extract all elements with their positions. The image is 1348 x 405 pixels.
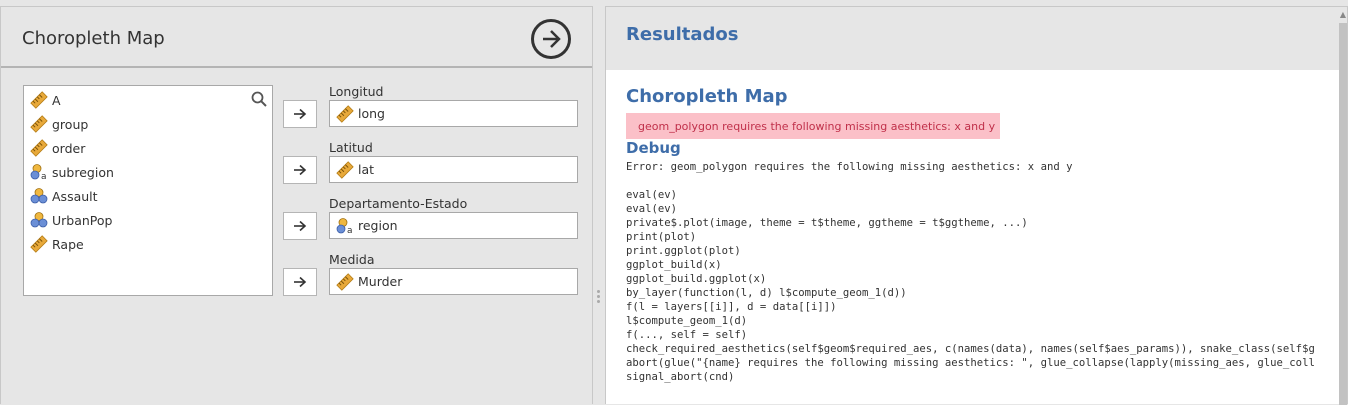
debug-line: Error: geom_polygon requires the followi… (626, 161, 1073, 173)
debug-line: private$.plot(image, theme = t$theme, gg… (626, 217, 1028, 229)
analysis-options-panel: Choropleth Map Agroup order a subregion Assa… (0, 6, 593, 404)
nominal-text-icon: a (30, 163, 48, 182)
variable-label: subregion (52, 164, 114, 180)
debug-line: ggplot_build(x) (626, 259, 722, 271)
nominal-text-icon: a (336, 217, 354, 236)
variable-item[interactable]: order (30, 137, 85, 159)
search-icon[interactable] (251, 91, 267, 107)
variable-item[interactable]: Assault (30, 185, 98, 207)
variable-label: A (52, 92, 61, 108)
ruler-icon (30, 139, 48, 157)
target-field[interactable]: a region (329, 212, 578, 239)
arrow-right-icon (294, 108, 307, 120)
move-variable-button[interactable] (283, 156, 317, 184)
target-field[interactable]: long (329, 100, 578, 127)
nominal-circles-icon (30, 211, 48, 229)
variable-item[interactable]: group (30, 113, 88, 135)
debug-line: ggplot_build.ggplot(x) (626, 273, 767, 285)
results-panel: Resultados ▲ Choropleth Map geom_polygon… (605, 6, 1348, 405)
variable-item[interactable]: a subregion (30, 161, 114, 183)
variable-item[interactable]: UrbanPop (30, 209, 112, 231)
ruler-icon (336, 160, 354, 179)
debug-line (626, 174, 1338, 188)
debug-heading: Debug (626, 139, 681, 157)
target-label: Longitud (329, 84, 384, 99)
debug-line: eval(ev) (626, 189, 678, 201)
arrow-right-icon (294, 164, 307, 176)
variable-label: Assault (52, 188, 98, 204)
target-value: lat (358, 162, 375, 177)
ruler-icon (336, 272, 354, 291)
target-value: Murder (358, 274, 403, 289)
error-message: geom_polygon requires the following miss… (626, 113, 1000, 139)
results-header: Resultados (606, 7, 1347, 70)
target-value: region (358, 218, 398, 233)
target-label: Medida (329, 252, 375, 267)
ruler-icon (30, 91, 48, 109)
target-field[interactable]: lat (329, 156, 578, 183)
run-analysis-button[interactable] (531, 19, 571, 59)
debug-line: signal_abort(cnd) (626, 371, 735, 383)
debug-line: check_required_aesthetics(self$geom$requ… (626, 343, 1315, 355)
arrow-right-icon (294, 276, 307, 288)
move-variable-button[interactable] (283, 268, 317, 296)
arrow-right-icon (543, 30, 561, 48)
analysis-title: Choropleth Map (22, 28, 165, 49)
target-value: long (358, 106, 385, 121)
debug-line: f(l = layers[[i]], d = data[[i]]) (626, 301, 837, 313)
debug-line: print.ggplot(plot) (626, 245, 741, 257)
target-field[interactable]: Murder (329, 268, 578, 295)
arrow-right-icon (294, 220, 307, 232)
ruler-icon (336, 104, 354, 123)
debug-line: print(plot) (626, 231, 697, 243)
move-variable-button[interactable] (283, 212, 317, 240)
debug-line: f(..., self = self) (626, 329, 748, 341)
variable-label: UrbanPop (52, 212, 113, 228)
debug-traceback: Error: geom_polygon requires the followi… (626, 160, 1338, 384)
svg-text:a: a (41, 172, 47, 181)
ruler-icon (30, 115, 48, 133)
panel-resize-handle[interactable] (597, 290, 601, 306)
variable-label: group (52, 116, 89, 132)
target-label: Latitud (329, 140, 373, 155)
variable-item[interactable]: A (30, 89, 61, 111)
svg-text:a: a (347, 226, 353, 235)
debug-line: l$compute_geom_1(d) (626, 315, 748, 327)
variable-item[interactable]: Rape (30, 233, 84, 255)
variable-list[interactable]: Agroup order a subregion Assault UrbanPop Rape (23, 85, 273, 296)
result-title: Choropleth Map (626, 86, 788, 107)
debug-line: by_layer(function(l, d) l$compute_geom_1… (626, 287, 907, 299)
debug-line: abort(glue("{name} requires the followin… (626, 357, 1315, 369)
nominal-circles-icon (30, 187, 48, 205)
options-header: Choropleth Map (1, 7, 592, 68)
results-heading: Resultados (626, 24, 739, 45)
scroll-up-arrow[interactable]: ▲ (1339, 10, 1347, 20)
results-scrollbar[interactable] (1339, 23, 1347, 405)
ruler-icon (30, 235, 48, 253)
variable-label: order (52, 140, 86, 156)
move-variable-button[interactable] (283, 100, 317, 128)
debug-line: eval(ev) (626, 203, 678, 215)
variable-label: Rape (52, 236, 84, 252)
target-label: Departamento-Estado (329, 196, 468, 211)
